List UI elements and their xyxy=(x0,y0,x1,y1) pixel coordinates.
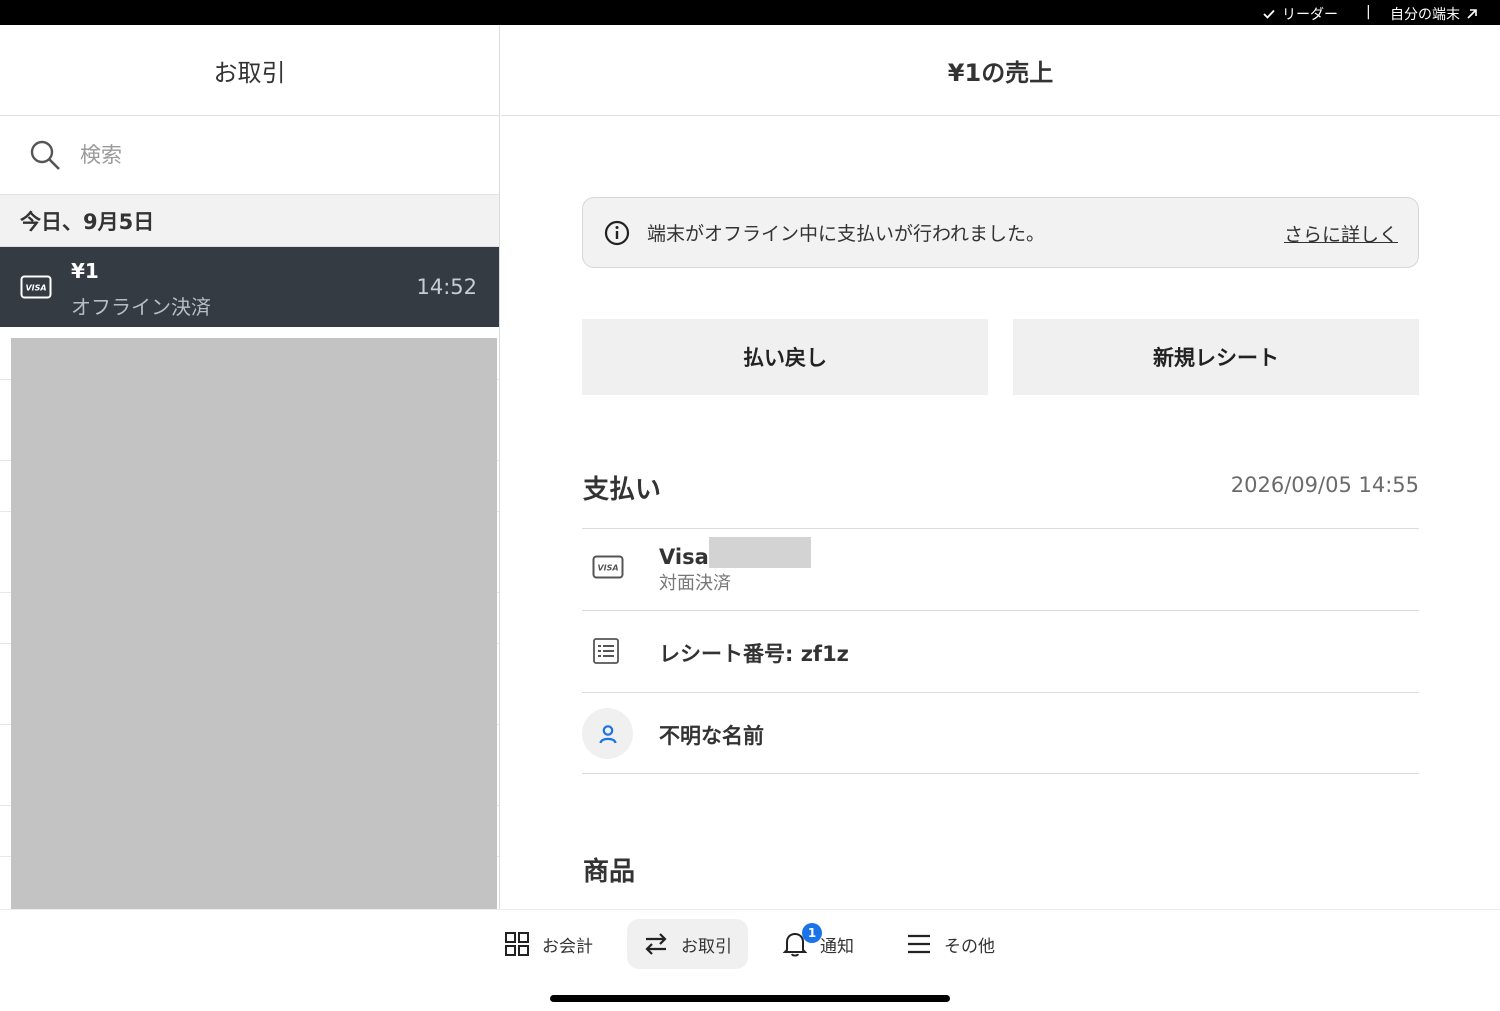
nav-notifications-label: 通知 xyxy=(820,936,854,957)
transaction-type: オフライン決済 xyxy=(71,295,211,319)
nav-transactions[interactable]: お取引 xyxy=(627,919,748,969)
offline-message: 端末がオフライン中に支払いが行われました。 xyxy=(647,223,1046,245)
status-bar: リーダー | 自分の端末 xyxy=(0,0,1500,25)
bottom-navigation: お会計 お取引 1 通知 その他 xyxy=(0,909,1500,1011)
sale-detail-pane: ¥1の売上 端末がオフライン中に支払いが行われました。 さらに詳しく 払い戻し … xyxy=(501,25,1500,909)
arrow-up-right-icon xyxy=(1467,9,1477,19)
receipt-list-icon xyxy=(592,637,620,669)
refund-button[interactable]: 払い戻し xyxy=(582,319,988,395)
receipt-number-row[interactable]: レシート番号: zf1z xyxy=(582,610,1419,692)
reader-label: リーダー xyxy=(1282,7,1338,23)
nav-checkout-label: お会計 xyxy=(542,936,593,957)
home-indicator xyxy=(550,995,950,1002)
customer-row[interactable]: 不明な名前 xyxy=(582,692,1419,774)
search-icon xyxy=(30,140,60,170)
visa-card-text: VISA xyxy=(597,564,618,573)
terminal-label: 自分の端末 xyxy=(1390,7,1460,23)
items-section-title: 商品 xyxy=(583,857,636,887)
my-terminal-link[interactable]: 自分の端末 xyxy=(1390,4,1478,24)
reader-status[interactable]: リーダー xyxy=(1262,4,1338,24)
nav-transactions-label: お取引 xyxy=(681,936,732,957)
transaction-time: 14:52 xyxy=(416,275,477,299)
payment-date: 2026/09/05 14:55 xyxy=(1230,473,1419,497)
payment-method: 対面決済 xyxy=(659,573,731,594)
learn-more-link[interactable]: さらに詳しく xyxy=(1284,220,1398,247)
redacted-transactions xyxy=(11,338,497,911)
grid-icon xyxy=(505,932,529,956)
receipt-number: レシート番号: zf1z xyxy=(659,642,849,666)
nav-more-label: その他 xyxy=(944,936,995,957)
search-bar[interactable] xyxy=(0,116,499,195)
sale-title: ¥1の売上 xyxy=(501,25,1500,116)
search-input[interactable] xyxy=(80,143,460,167)
notification-badge: 1 xyxy=(802,923,822,943)
visa-card-text: VISA xyxy=(25,284,46,293)
payment-card-row[interactable]: VISA Visa 対面決済 xyxy=(582,528,1419,610)
info-icon xyxy=(604,220,630,245)
transaction-row-selected[interactable]: VISA ¥1 オフライン決済 14:52 xyxy=(0,247,499,327)
nav-notifications[interactable]: 1 通知 xyxy=(766,919,870,969)
visa-card-icon: VISA xyxy=(20,275,52,303)
avatar xyxy=(582,708,633,759)
nav-checkout[interactable]: お会計 xyxy=(488,919,609,969)
check-icon xyxy=(1263,9,1275,19)
status-separator: | xyxy=(1366,4,1371,20)
nav-more[interactable]: その他 xyxy=(890,919,1011,969)
payment-section-title: 支払い xyxy=(583,475,662,505)
visa-card-icon: VISA xyxy=(592,555,624,583)
customer-name: 不明な名前 xyxy=(659,724,764,748)
transaction-amount: ¥1 xyxy=(71,259,99,283)
menu-icon xyxy=(908,934,930,954)
card-brand: Visa xyxy=(659,545,709,569)
redacted-card-number xyxy=(709,537,811,568)
transactions-pane: お取引 今日、9月5日 VISA ¥1 オフライン決済 14:52 xyxy=(0,25,500,911)
transactions-title: お取引 xyxy=(0,25,499,116)
date-section-header: 今日、9月5日 xyxy=(0,195,499,247)
user-icon xyxy=(598,724,617,743)
swap-arrows-icon xyxy=(645,933,667,955)
offline-banner: 端末がオフライン中に支払いが行われました。 さらに詳しく xyxy=(582,197,1419,268)
new-receipt-button[interactable]: 新規レシート xyxy=(1013,319,1419,395)
